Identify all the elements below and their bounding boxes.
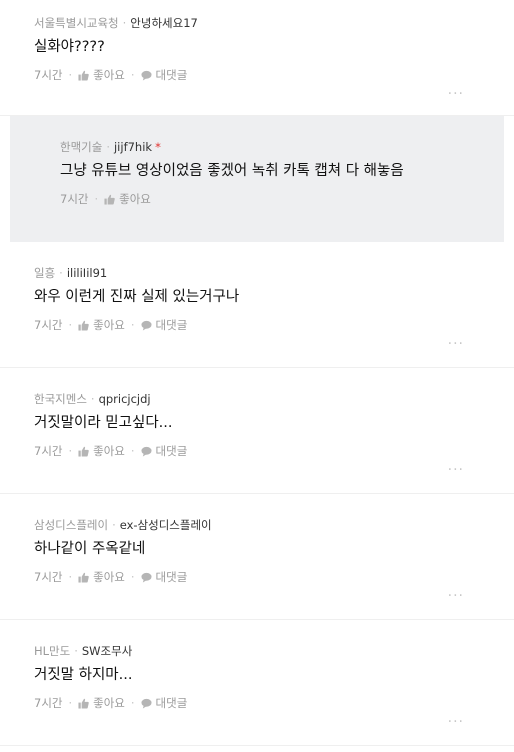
comment-time: 7시간 — [34, 570, 63, 584]
comment-text: 하나같이 주옥같네 — [34, 541, 146, 557]
reply-button[interactable]: 대댓글 — [141, 315, 188, 335]
reply-button[interactable]: 대댓글 — [141, 693, 188, 713]
comment-actions: 7시간 · 좋아요 · 대댓글 — [34, 65, 494, 85]
like-label: 좋아요 — [93, 318, 125, 332]
like-label: 좋아요 — [93, 68, 125, 82]
like-label: 좋아요 — [93, 696, 125, 710]
reply-label: 대댓글 — [155, 444, 188, 458]
speech-bubble-icon — [141, 572, 152, 583]
like-label: 좋아요 — [93, 570, 125, 584]
reply-button[interactable]: 대댓글 — [141, 65, 188, 85]
thumbs-up-icon — [78, 572, 89, 583]
speech-bubble-icon — [141, 70, 152, 81]
more-options-button[interactable]: ... — [448, 710, 464, 726]
nickname[interactable]: SW조무사 — [82, 644, 132, 658]
like-button[interactable]: 좋아요 — [78, 315, 125, 335]
comment-time: 7시간 — [60, 192, 89, 206]
like-button[interactable]: 좋아요 — [104, 189, 151, 209]
company-name: 서울특별시교육청 — [34, 16, 119, 30]
comment-actions: 7시간 · 좋아요 · 대댓글 — [34, 693, 494, 713]
nickname[interactable]: qpricjcjdj — [99, 392, 151, 406]
comment-time: 7시간 — [34, 444, 63, 458]
thumbs-up-icon — [78, 320, 89, 331]
comment-text: 거짓말 하지마... — [34, 667, 133, 683]
author-marker-icon: * — [155, 140, 161, 154]
comment-meta: HL만도 · SW조무사 — [34, 644, 133, 658]
comment-time: 7시간 — [34, 68, 63, 82]
speech-bubble-icon — [141, 698, 152, 709]
thumbs-up-icon — [78, 70, 89, 81]
comment-text: 와우 이런게 진짜 실제 있는거구나 — [34, 289, 240, 305]
comment-item: HL만도 · SW조무사 거짓말 하지마... 7시간 · 좋아요 · 대댓글 ..… — [0, 620, 514, 746]
comment-meta: 한국지멘스 · qpricjcjdj — [34, 392, 151, 406]
thumbs-up-icon — [104, 194, 115, 205]
reply-button[interactable]: 대댓글 — [141, 567, 188, 587]
comment-actions: 7시간 · 좋아요 · 대댓글 — [34, 441, 494, 461]
comment-item: 일흥 · ililiIil91 와우 이런게 진짜 실제 있는거구나 7시간 · 좋… — [0, 242, 514, 368]
comment-item: 서울특별시교육청 · 안녕하세요17 실화야???? 7시간 · 좋아요 · 대댓글… — [0, 0, 514, 116]
nickname[interactable]: ililiIil91 — [67, 266, 107, 280]
company-name: 한국지멘스 — [34, 392, 87, 406]
nickname[interactable]: 안녕하세요17 — [130, 16, 198, 30]
nickname[interactable]: ex-삼성디스플레이 — [120, 518, 212, 532]
comment-list: 서울특별시교육청 · 안녕하세요17 실화야???? 7시간 · 좋아요 · 대댓글… — [0, 0, 514, 746]
thumbs-up-icon — [78, 446, 89, 457]
reply-button[interactable]: 대댓글 — [141, 441, 188, 461]
like-button[interactable]: 좋아요 — [78, 65, 125, 85]
comment-meta: 한맥기술 · jijf7hik * — [60, 140, 161, 154]
speech-bubble-icon — [141, 446, 152, 457]
company-name: 삼성디스플레이 — [34, 518, 109, 532]
speech-bubble-icon — [141, 320, 152, 331]
more-options-button[interactable]: ... — [448, 82, 464, 98]
comment-item: 삼성디스플레이 · ex-삼성디스플레이 하나같이 주옥같네 7시간 · 좋아요 ·… — [0, 494, 514, 620]
comment-meta: 서울특별시교육청 · 안녕하세요17 — [34, 16, 198, 30]
more-options-button[interactable]: ... — [448, 584, 464, 600]
reply-comment-item: 한맥기술 · jijf7hik * 그냥 유튜브 영상이었음 좋겠어 녹취 카톡 캡쳐… — [10, 116, 504, 242]
comment-meta: 일흥 · ililiIil91 — [34, 266, 108, 280]
comment-time: 7시간 — [34, 696, 63, 710]
like-button[interactable]: 좋아요 — [78, 441, 125, 461]
like-label: 좋아요 — [119, 192, 151, 206]
comment-actions: 7시간 · 좋아요 · 대댓글 — [34, 567, 494, 587]
like-button[interactable]: 좋아요 — [78, 693, 125, 713]
comment-text: 실화야???? — [34, 39, 105, 55]
company-name: 한맥기술 — [60, 140, 103, 154]
more-options-button[interactable]: ... — [448, 332, 464, 348]
comment-actions: 7시간 · 좋아요 · 대댓글 — [34, 315, 494, 335]
reply-label: 대댓글 — [155, 696, 188, 710]
thumbs-up-icon — [78, 698, 89, 709]
reply-label: 대댓글 — [155, 570, 188, 584]
comment-actions: 7시간 · 좋아요 — [60, 189, 484, 209]
like-label: 좋아요 — [93, 444, 125, 458]
comment-time: 7시간 — [34, 318, 63, 332]
more-options-button[interactable]: ... — [448, 458, 464, 474]
reply-label: 대댓글 — [155, 318, 188, 332]
company-name: HL만도 — [34, 644, 71, 658]
comment-meta: 삼성디스플레이 · ex-삼성디스플레이 — [34, 518, 212, 532]
comment-text: 거짓말이라 믿고싶다... — [34, 415, 173, 431]
reply-label: 대댓글 — [155, 68, 188, 82]
like-button[interactable]: 좋아요 — [78, 567, 125, 587]
comment-item: 한국지멘스 · qpricjcjdj 거짓말이라 믿고싶다... 7시간 · 좋아요… — [0, 368, 514, 494]
nickname[interactable]: jijf7hik — [114, 140, 152, 154]
company-name: 일흥 — [34, 266, 56, 280]
comment-text: 그냥 유튜브 영상이었음 좋겠어 녹취 카톡 캡쳐 다 해놓음 — [60, 163, 404, 179]
